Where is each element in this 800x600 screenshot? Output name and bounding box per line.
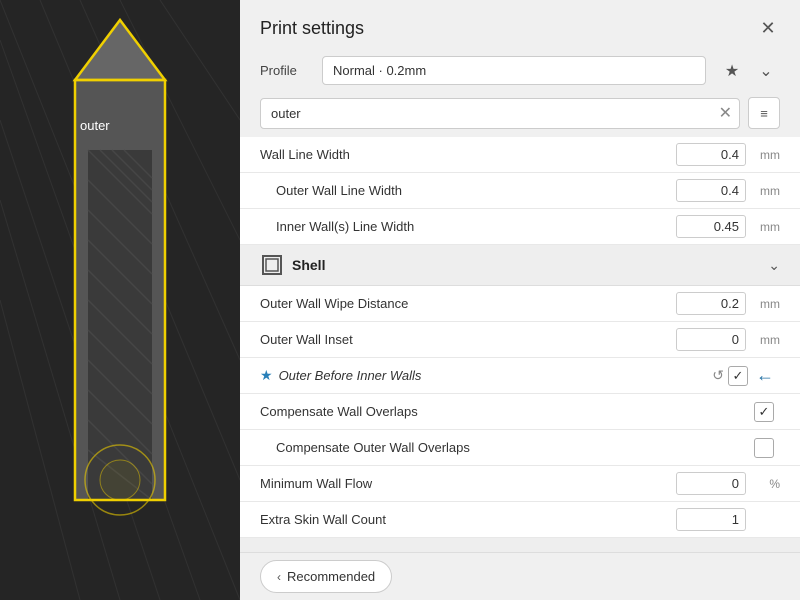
outer-wall-line-width-row: Outer Wall Line Width mm bbox=[240, 173, 800, 209]
extra-skin-wall-count-label: Extra Skin Wall Count bbox=[260, 512, 670, 527]
inner-wall-line-width-label: Inner Wall(s) Line Width bbox=[276, 219, 670, 234]
shell-section-title: Shell bbox=[292, 257, 768, 273]
search-wrapper: ✕ bbox=[260, 98, 740, 129]
page-title: Print settings bbox=[260, 18, 364, 39]
outer-wall-inset-unit: mm bbox=[750, 333, 780, 347]
svg-text:outer: outer bbox=[80, 118, 110, 133]
profile-actions: ★ ⌄ bbox=[718, 57, 780, 85]
outer-wall-wipe-distance-input[interactable] bbox=[676, 292, 746, 315]
outer-wall-inset-value[interactable] bbox=[670, 328, 750, 351]
undo-icon[interactable]: ↺ bbox=[712, 367, 724, 384]
outer-wall-line-width-value[interactable] bbox=[670, 179, 750, 202]
minimum-wall-flow-value[interactable] bbox=[670, 472, 750, 495]
outer-wall-inset-row: Outer Wall Inset mm bbox=[240, 322, 800, 358]
outer-wall-line-width-label: Outer Wall Line Width bbox=[276, 183, 670, 198]
recommended-chevron-icon: ‹ bbox=[277, 570, 281, 584]
search-menu-button[interactable]: ≡ bbox=[748, 97, 780, 129]
outer-wall-line-width-input[interactable] bbox=[676, 179, 746, 202]
wall-line-width-unit: mm bbox=[750, 148, 780, 162]
recommended-button[interactable]: ‹ Recommended bbox=[260, 560, 392, 593]
settings-header: Print settings ✕ bbox=[240, 0, 800, 52]
shell-section-icon bbox=[260, 253, 284, 277]
inner-wall-line-width-value[interactable] bbox=[670, 215, 750, 238]
inner-wall-line-width-unit: mm bbox=[750, 220, 780, 234]
search-row: ✕ ≡ bbox=[240, 97, 800, 137]
recommended-label: Recommended bbox=[287, 569, 375, 584]
extra-skin-wall-count-value[interactable] bbox=[670, 508, 750, 531]
profile-label: Profile bbox=[260, 63, 310, 78]
compensate-outer-wall-overlaps-row: Compensate Outer Wall Overlaps bbox=[240, 430, 800, 466]
wall-line-width-row: Wall Line Width mm bbox=[240, 137, 800, 173]
outer-wall-wipe-distance-unit: mm bbox=[750, 297, 780, 311]
highlight-arrow-icon: ← bbox=[756, 365, 774, 386]
outer-wall-wipe-distance-label: Outer Wall Wipe Distance bbox=[260, 296, 670, 311]
profile-select[interactable]: Normal · 0.2mm bbox=[322, 56, 706, 85]
compensate-outer-wall-overlaps-actions bbox=[754, 438, 774, 458]
extra-skin-wall-count-input[interactable] bbox=[676, 508, 746, 531]
search-input[interactable] bbox=[260, 98, 740, 129]
settings-panel: Print settings ✕ Profile Normal · 0.2mm … bbox=[240, 0, 800, 600]
outer-before-inner-walls-actions: ↺ ✓ ← bbox=[712, 365, 774, 386]
outer-before-inner-walls-label: Outer Before Inner Walls bbox=[279, 368, 713, 383]
outer-wall-wipe-distance-value[interactable] bbox=[670, 292, 750, 315]
wall-line-width-label: Wall Line Width bbox=[260, 147, 670, 162]
inner-wall-line-width-input[interactable] bbox=[676, 215, 746, 238]
profile-row: Profile Normal · 0.2mm ★ ⌄ bbox=[240, 52, 800, 97]
compensate-wall-overlaps-checkbox[interactable]: ✓ bbox=[754, 402, 774, 422]
outer-wall-wipe-distance-row: Outer Wall Wipe Distance mm bbox=[240, 286, 800, 322]
settings-list: Wall Line Width mm Outer Wall Line Width… bbox=[240, 137, 800, 552]
preview-panel: outer bbox=[0, 0, 240, 600]
shell-chevron-icon: ⌄ bbox=[768, 257, 780, 274]
menu-icon: ≡ bbox=[760, 106, 768, 121]
compensate-wall-overlaps-label: Compensate Wall Overlaps bbox=[260, 404, 754, 419]
outer-before-inner-walls-checkbox[interactable]: ✓ bbox=[728, 366, 748, 386]
compensate-wall-overlaps-actions: ✓ bbox=[754, 402, 774, 422]
search-clear-button[interactable]: ✕ bbox=[719, 103, 732, 123]
extra-skin-wall-count-row: Extra Skin Wall Count bbox=[240, 502, 800, 538]
wall-line-width-value[interactable] bbox=[670, 143, 750, 166]
inner-wall-line-width-row: Inner Wall(s) Line Width mm bbox=[240, 209, 800, 245]
recommended-bar: ‹ Recommended bbox=[240, 552, 800, 600]
compensate-wall-overlaps-row: Compensate Wall Overlaps ✓ bbox=[240, 394, 800, 430]
favorite-star-icon[interactable]: ★ bbox=[260, 367, 273, 384]
profile-value: Normal · 0.2mm bbox=[333, 63, 426, 78]
compensate-outer-wall-overlaps-checkbox[interactable] bbox=[754, 438, 774, 458]
checkbox-check: ✓ bbox=[733, 368, 744, 384]
outer-wall-line-width-unit: mm bbox=[750, 184, 780, 198]
minimum-wall-flow-input[interactable] bbox=[676, 472, 746, 495]
minimum-wall-flow-unit: % bbox=[750, 477, 780, 491]
material-section-header[interactable]: Material ‹ bbox=[240, 538, 800, 552]
outer-wall-inset-input[interactable] bbox=[676, 328, 746, 351]
checkbox-check: ✓ bbox=[759, 404, 770, 420]
compensate-outer-wall-overlaps-label: Compensate Outer Wall Overlaps bbox=[276, 440, 754, 455]
minimum-wall-flow-row: Minimum Wall Flow % bbox=[240, 466, 800, 502]
profile-chevron-button[interactable]: ⌄ bbox=[752, 57, 780, 85]
shell-section-header[interactable]: Shell ⌄ bbox=[240, 245, 800, 286]
minimum-wall-flow-label: Minimum Wall Flow bbox=[260, 476, 670, 491]
outer-wall-inset-label: Outer Wall Inset bbox=[260, 332, 670, 347]
close-button[interactable]: ✕ bbox=[756, 16, 780, 40]
wall-line-width-input[interactable] bbox=[676, 143, 746, 166]
outer-before-inner-walls-row: ★ Outer Before Inner Walls ↺ ✓ ← bbox=[240, 358, 800, 394]
profile-star-button[interactable]: ★ bbox=[718, 57, 746, 85]
